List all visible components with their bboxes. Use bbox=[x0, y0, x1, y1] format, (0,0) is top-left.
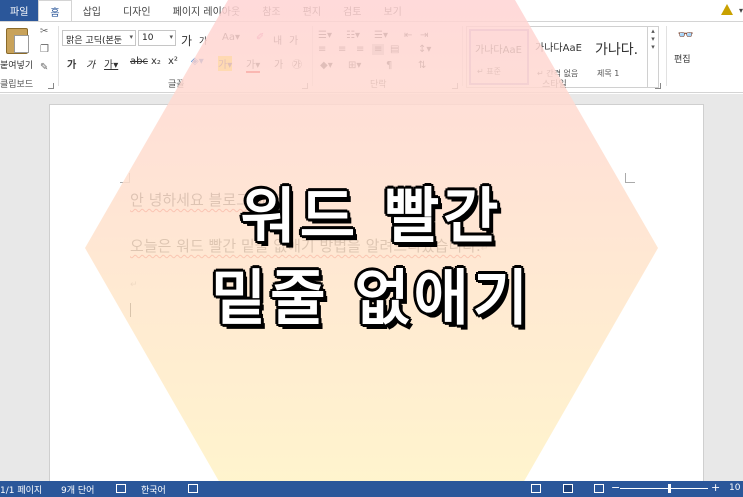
ribbon-tab-bar: 파일 홈 삽입 디자인 페이지 레이아웃 참조 편지 검토 보기 ▾ bbox=[0, 0, 743, 21]
show-marks-icon[interactable]: ¶ bbox=[386, 60, 392, 71]
subscript-icon[interactable]: x₂ bbox=[151, 56, 161, 67]
group-separator bbox=[312, 26, 313, 86]
align-right-icon[interactable]: ≡ bbox=[356, 44, 364, 55]
paste-icon[interactable] bbox=[6, 28, 29, 54]
chevron-down-icon: ▾ bbox=[129, 33, 133, 41]
proofing-icon[interactable] bbox=[116, 484, 126, 493]
font-name-value: 맑은 고딕(본둔 bbox=[66, 36, 123, 46]
tab-view[interactable]: 보기 bbox=[372, 0, 412, 21]
zoom-out-icon[interactable]: − bbox=[611, 481, 620, 494]
chevron-down-icon[interactable]: ▾ bbox=[739, 6, 743, 15]
tab-design[interactable]: 디자인 bbox=[112, 0, 162, 21]
group-separator bbox=[58, 26, 59, 86]
bullets-icon[interactable]: ☰▾ bbox=[318, 30, 332, 41]
font-color-icon[interactable]: 가▾ bbox=[246, 56, 261, 73]
font-size-combo[interactable]: 10 ▾ bbox=[138, 30, 176, 46]
tab-mailings[interactable]: 편지 bbox=[292, 0, 332, 21]
status-bar: 1/1 페이지 9개 단어 한국어 − + 10 bbox=[0, 481, 743, 497]
italic-icon[interactable]: 가 bbox=[86, 56, 95, 71]
distributed-icon[interactable]: ▤ bbox=[390, 44, 399, 55]
editing-button[interactable]: 편집 bbox=[674, 52, 691, 65]
align-left-icon[interactable]: ≡ bbox=[318, 44, 326, 55]
sort-icon[interactable]: ⇅ bbox=[418, 60, 426, 71]
word-count[interactable]: 9개 단어 bbox=[61, 483, 94, 496]
style-heading-1[interactable]: 가나다. 제목 1 bbox=[591, 29, 651, 85]
tab-page-layout[interactable]: 페이지 레이아웃 bbox=[162, 0, 252, 21]
clipboard-launcher-icon[interactable] bbox=[48, 83, 54, 89]
highlight-color-icon[interactable]: 가▾ bbox=[218, 56, 233, 71]
tab-references[interactable]: 참조 bbox=[251, 0, 291, 21]
font-size-value: 10 bbox=[142, 33, 154, 43]
char-border-icon[interactable]: 가 bbox=[289, 32, 298, 47]
align-center-icon[interactable]: ≡ bbox=[338, 44, 346, 55]
paragraph-launcher-icon[interactable] bbox=[452, 83, 458, 89]
font-group-label: 글꼴 bbox=[168, 80, 185, 90]
paragraph-group-label: 단락 bbox=[370, 80, 387, 90]
strikethrough-icon[interactable]: abc bbox=[130, 56, 148, 67]
shrink-font-icon[interactable]: 가 bbox=[199, 34, 207, 47]
enclose-char-icon[interactable]: ㉮ bbox=[292, 56, 302, 71]
tab-file[interactable]: 파일 bbox=[0, 0, 39, 21]
tab-home[interactable]: 홈 bbox=[38, 0, 72, 21]
style-name: ↵ 표준 bbox=[477, 67, 501, 76]
format-painter-icon[interactable]: ✎ bbox=[40, 62, 48, 73]
change-case-icon[interactable]: Aa▾ bbox=[222, 32, 240, 43]
font-launcher-icon[interactable] bbox=[302, 83, 308, 89]
chevron-down-icon: ▾ bbox=[169, 33, 173, 41]
style-normal[interactable]: 가나다AaE ↵ 표준 bbox=[469, 29, 529, 85]
superscript-icon[interactable]: x² bbox=[168, 56, 178, 67]
numbering-icon[interactable]: ☷▾ bbox=[346, 30, 360, 41]
read-mode-icon[interactable] bbox=[531, 484, 541, 493]
text-effects-icon[interactable]: ◈▾ bbox=[191, 56, 204, 67]
overlay-title-line-1: 워드 빨간 bbox=[240, 182, 503, 252]
phonetic-guide-icon[interactable]: 내 bbox=[273, 32, 282, 47]
multilevel-list-icon[interactable]: ☰▾ bbox=[374, 30, 388, 41]
bold-icon[interactable]: 가 bbox=[67, 56, 76, 71]
warning-icon[interactable] bbox=[721, 4, 733, 15]
underline-icon[interactable]: 가▾ bbox=[104, 56, 118, 71]
overlay-title-line-2: 밑줄 없애기 bbox=[211, 264, 532, 334]
grow-font-icon[interactable]: 가 bbox=[181, 32, 192, 49]
style-name: 제목 1 bbox=[597, 69, 620, 78]
group-separator bbox=[666, 26, 667, 86]
zoom-slider[interactable] bbox=[620, 488, 708, 489]
tab-review[interactable]: 검토 bbox=[332, 0, 372, 21]
group-separator bbox=[462, 26, 463, 86]
borders-icon[interactable]: ⊞▾ bbox=[348, 60, 361, 71]
styles-launcher-icon[interactable] bbox=[655, 83, 661, 89]
font-name-combo[interactable]: 맑은 고딕(본둔 ▾ bbox=[62, 30, 136, 46]
binoculars-icon[interactable]: 👓 bbox=[676, 28, 696, 46]
zoom-in-icon[interactable]: + bbox=[711, 481, 720, 494]
zoom-slider-handle[interactable] bbox=[668, 484, 671, 493]
increase-indent-icon[interactable]: ⇥ bbox=[420, 30, 428, 41]
language-indicator[interactable]: 한국어 bbox=[141, 483, 166, 496]
clipboard-group-label: 클립보드 bbox=[0, 80, 34, 90]
justify-icon[interactable]: ≡ bbox=[372, 44, 385, 55]
zoom-level[interactable]: 10 bbox=[729, 483, 740, 493]
clear-format-icon[interactable]: ✐ bbox=[256, 32, 264, 43]
ribbon-home: 붙여넣기 ✂ ❐ ✎ 클립보드 맑은 고딕(본둔 ▾ 10 ▾ 가 가 Aa▾ … bbox=[0, 21, 743, 93]
shading-icon[interactable]: ◆▾ bbox=[320, 60, 333, 71]
style-sample: 가나다AaE bbox=[475, 45, 522, 56]
decrease-indent-icon[interactable]: ⇤ bbox=[404, 30, 412, 41]
tab-insert[interactable]: 삽입 bbox=[72, 0, 112, 21]
line-spacing-icon[interactable]: ↕▾ bbox=[418, 44, 431, 55]
style-sample: 가나다AaE bbox=[535, 43, 582, 54]
style-gallery-scroll[interactable]: ▴ ▾ ▾ bbox=[647, 27, 658, 87]
page-count[interactable]: 1/1 페이지 bbox=[0, 483, 42, 496]
cut-icon[interactable]: ✂ bbox=[40, 26, 48, 37]
copy-icon[interactable]: ❐ bbox=[40, 44, 49, 55]
paste-button-label[interactable]: 붙여넣기 bbox=[0, 58, 33, 71]
style-sample: 가나다. bbox=[595, 42, 639, 58]
print-layout-icon[interactable] bbox=[563, 484, 573, 493]
web-layout-icon[interactable] bbox=[594, 484, 604, 493]
char-shading-icon[interactable]: 가 bbox=[274, 56, 283, 71]
styles-group-label: 스타일 bbox=[542, 80, 567, 90]
macro-icon[interactable] bbox=[188, 484, 198, 493]
